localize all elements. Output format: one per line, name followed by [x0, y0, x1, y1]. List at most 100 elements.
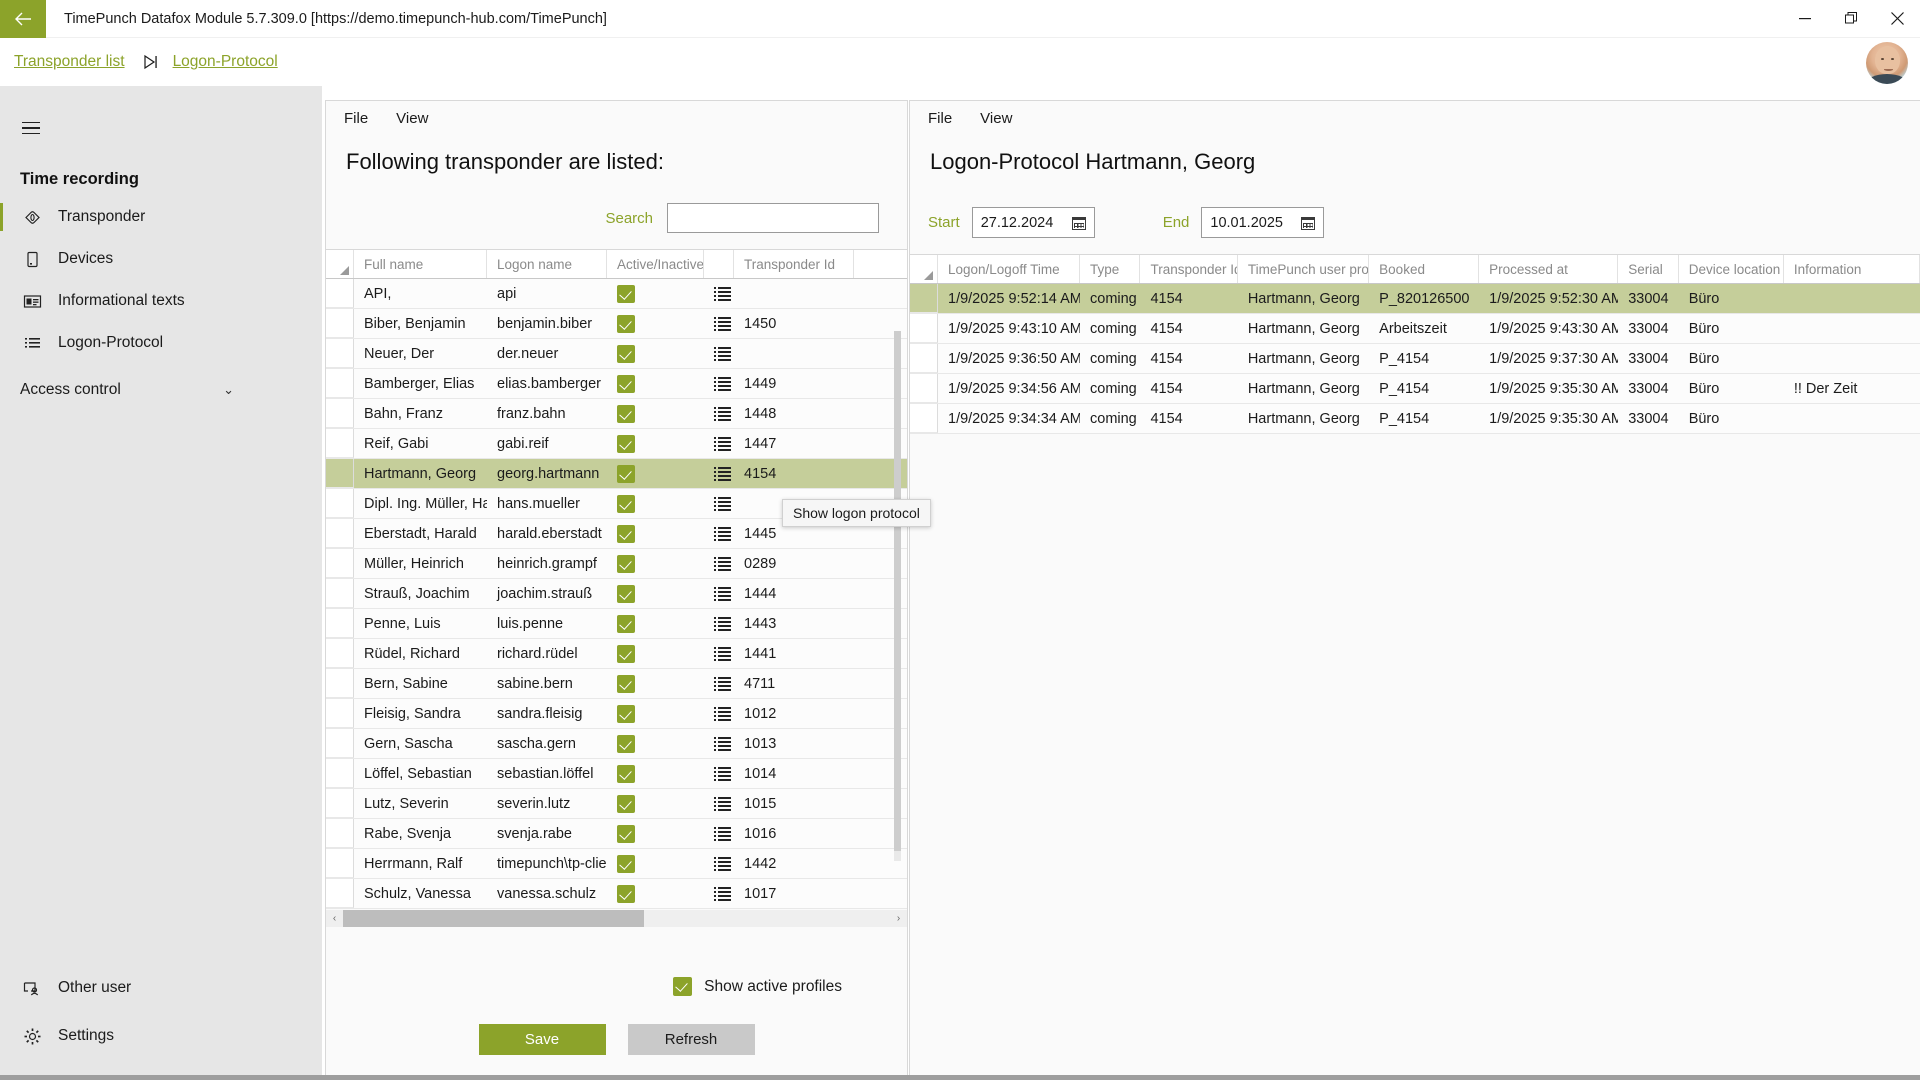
row-header[interactable] [910, 344, 938, 373]
column-header-transponder-id[interactable]: Transponder Id [734, 250, 854, 278]
cell-active-inactive[interactable] [607, 579, 704, 608]
table-row[interactable]: 1/9/2025 9:43:10 AM coming 4154 Hartmann, G… [910, 314, 1920, 344]
row-header[interactable] [910, 314, 938, 343]
table-row[interactable]: Gern, Sascha sascha.gern 1013 [326, 729, 907, 759]
row-header[interactable] [326, 699, 354, 728]
column-header-device-location[interactable]: Device location [1679, 255, 1784, 283]
cell-active-inactive[interactable] [607, 309, 704, 338]
table-row[interactable]: 1/9/2025 9:34:34 AM coming 4154 Hartmann, G… [910, 404, 1920, 434]
active-checkbox[interactable] [617, 824, 635, 843]
active-checkbox[interactable] [617, 614, 635, 633]
cell-active-inactive[interactable] [607, 849, 704, 878]
table-row[interactable]: Hartmann, Georg georg.hartmann 4154 [326, 459, 907, 489]
cell-active-inactive[interactable] [607, 519, 704, 548]
row-header[interactable] [326, 369, 354, 398]
close-button[interactable] [1874, 0, 1920, 38]
cell-action[interactable] [704, 879, 734, 908]
avatar[interactable] [1866, 42, 1908, 84]
cell-active-inactive[interactable] [607, 669, 704, 698]
column-header-transponder-id[interactable]: Transponder Id [1140, 255, 1238, 283]
row-header[interactable] [326, 399, 354, 428]
grid-select-all-corner[interactable] [326, 250, 354, 278]
table-row[interactable]: Löffel, Sebastian sebastian.löffel 1014 [326, 759, 907, 789]
column-header-processed-at[interactable]: Processed at [1479, 255, 1619, 283]
cell-active-inactive[interactable] [607, 369, 704, 398]
cell-action[interactable] [704, 639, 734, 668]
active-checkbox[interactable] [617, 854, 635, 873]
minimize-button[interactable] [1782, 0, 1828, 38]
column-header-logon-name[interactable]: Logon name [487, 250, 607, 278]
horizontal-scrollbar[interactable]: ‹ › [326, 910, 907, 927]
column-header-logon-logoff-time[interactable]: Logon/Logoff Time [938, 255, 1080, 283]
cell-active-inactive[interactable] [607, 279, 704, 308]
show-logon-protocol-icon[interactable] [714, 886, 731, 901]
calendar-icon[interactable] [1071, 216, 1086, 230]
show-logon-protocol-icon[interactable] [714, 496, 731, 511]
table-row[interactable]: Schulz, Vanessa vanessa.schulz 1017 [326, 879, 907, 909]
sidebar-item-settings[interactable]: Settings [0, 1016, 322, 1056]
show-logon-protocol-icon[interactable] [714, 556, 731, 571]
cell-active-inactive[interactable] [607, 699, 704, 728]
sidebar-item-logon-protocol[interactable]: Logon-Protocol [0, 323, 322, 363]
cell-action[interactable] [704, 399, 734, 428]
scrollbar-thumb[interactable] [343, 910, 644, 927]
active-checkbox[interactable] [617, 734, 635, 753]
active-checkbox[interactable] [617, 284, 635, 303]
active-checkbox[interactable] [617, 644, 635, 663]
cell-active-inactive[interactable] [607, 879, 704, 908]
active-checkbox[interactable] [617, 884, 635, 903]
column-header-active-inactive[interactable]: Active/Inactive [607, 250, 704, 278]
cell-active-inactive[interactable] [607, 339, 704, 368]
table-row[interactable]: Rabe, Svenja svenja.rabe 1016 [326, 819, 907, 849]
cell-action[interactable] [704, 579, 734, 608]
row-header[interactable] [326, 489, 354, 518]
table-row[interactable]: Strauß, Joachim joachim.strauß 1444 [326, 579, 907, 609]
cell-action[interactable] [704, 309, 734, 338]
row-header[interactable] [326, 519, 354, 548]
cell-active-inactive[interactable] [607, 489, 704, 518]
row-header[interactable] [326, 729, 354, 758]
menu-file[interactable]: File [344, 110, 368, 127]
table-row[interactable]: 1/9/2025 9:36:50 AM coming 4154 Hartmann, G… [910, 344, 1920, 374]
table-row[interactable]: 1/9/2025 9:34:56 AM coming 4154 Hartmann, G… [910, 374, 1920, 404]
cell-active-inactive[interactable] [607, 639, 704, 668]
cell-action[interactable] [704, 699, 734, 728]
show-logon-protocol-icon[interactable] [714, 526, 731, 541]
table-row[interactable]: Reif, Gabi gabi.reif 1447 [326, 429, 907, 459]
table-row[interactable]: Müller, Heinrich heinrich.grampf 0289 [326, 549, 907, 579]
active-checkbox[interactable] [617, 434, 635, 453]
show-logon-protocol-icon[interactable] [714, 376, 731, 391]
row-header[interactable] [326, 279, 354, 308]
row-header[interactable] [326, 789, 354, 818]
breadcrumb-logon-protocol[interactable]: Logon-Protocol [173, 53, 278, 71]
column-header-serial[interactable]: Serial [1618, 255, 1679, 283]
show-logon-protocol-icon[interactable] [714, 796, 731, 811]
grid-select-all-corner[interactable] [910, 255, 938, 283]
hamburger-menu-button[interactable] [8, 108, 54, 148]
column-header-full-name[interactable]: Full name [354, 250, 487, 278]
menu-view[interactable]: View [980, 110, 1012, 127]
cell-action[interactable] [704, 549, 734, 578]
cell-active-inactive[interactable] [607, 459, 704, 488]
active-checkbox[interactable] [617, 314, 635, 333]
sidebar-item-informational-texts[interactable]: Informational texts [0, 281, 322, 321]
table-row[interactable]: 1/9/2025 9:52:14 AM coming 4154 Hartmann, G… [910, 284, 1920, 314]
cell-action[interactable] [704, 519, 734, 548]
scroll-left-arrow-icon[interactable]: ‹ [326, 910, 343, 927]
start-date-input[interactable]: 27.12.2024 [971, 207, 1095, 238]
show-logon-protocol-icon[interactable] [714, 826, 731, 841]
active-checkbox[interactable] [617, 464, 635, 483]
column-header-user-profile[interactable]: TimePunch user profile [1238, 255, 1370, 283]
table-row[interactable]: API, api [326, 279, 907, 309]
calendar-icon[interactable] [1301, 216, 1316, 230]
cell-action[interactable] [704, 489, 734, 518]
active-checkbox[interactable] [617, 524, 635, 543]
table-row[interactable]: Bern, Sabine sabine.bern 4711 [326, 669, 907, 699]
show-logon-protocol-icon[interactable] [714, 856, 731, 871]
active-checkbox[interactable] [617, 494, 635, 513]
sidebar-item-other-user[interactable]: Other user [0, 968, 322, 1008]
row-header[interactable] [910, 374, 938, 403]
table-row[interactable]: Penne, Luis luis.penne 1443 [326, 609, 907, 639]
show-logon-protocol-icon[interactable] [714, 736, 731, 751]
row-header[interactable] [326, 549, 354, 578]
